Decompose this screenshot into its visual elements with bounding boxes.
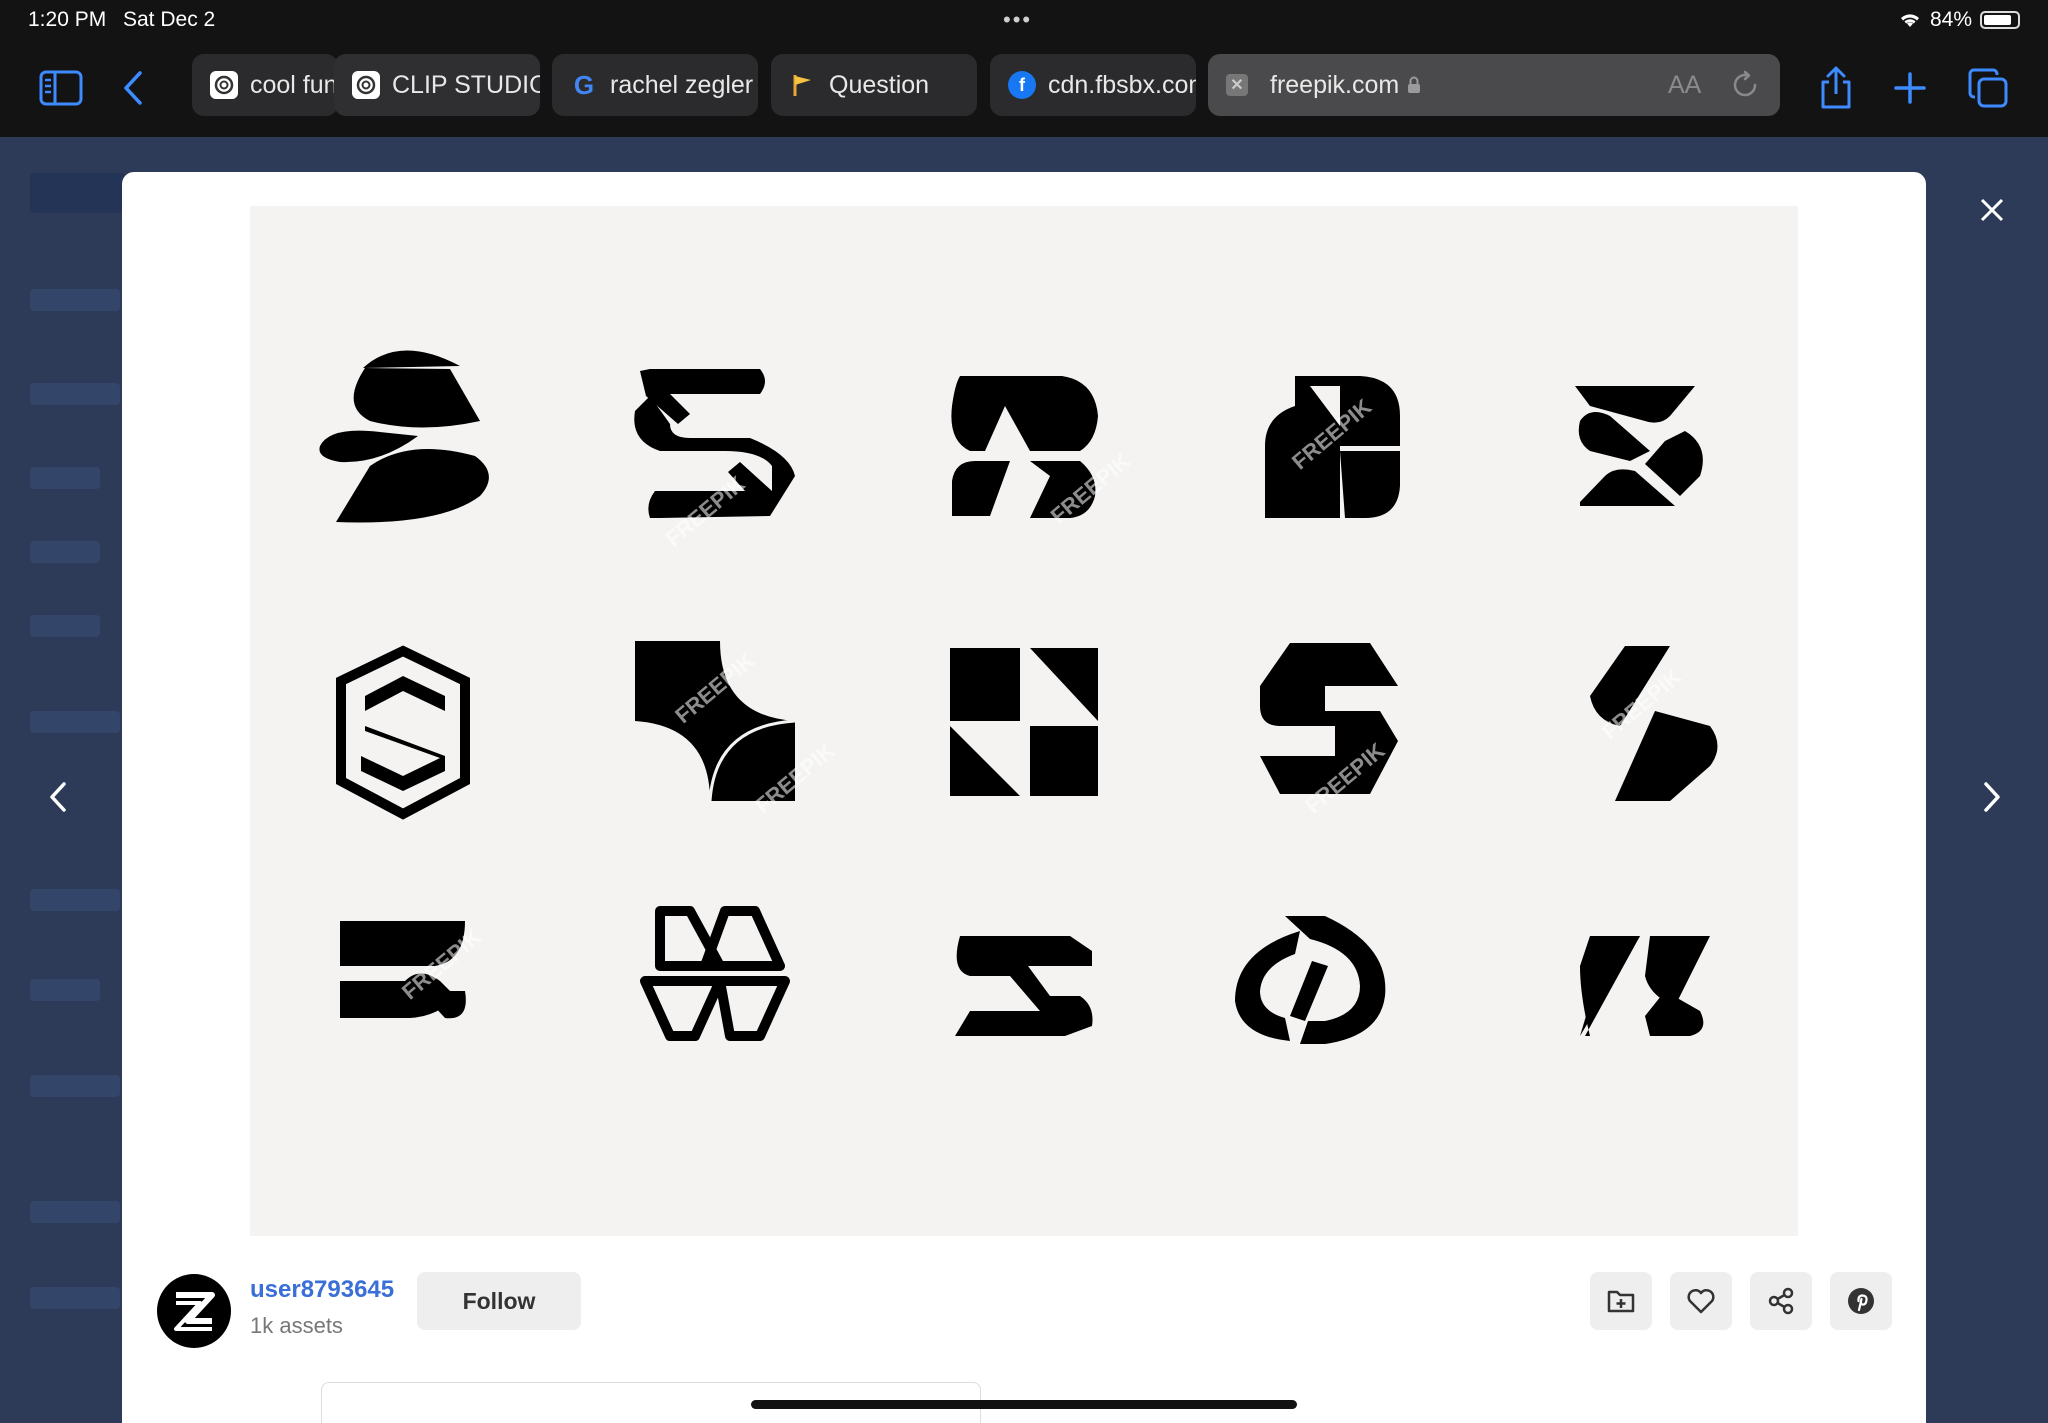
tab-cool-fun[interactable]: cool fun <box>192 54 338 116</box>
heart-icon <box>1687 1288 1715 1314</box>
text-size-button[interactable]: AA <box>1668 71 1701 100</box>
add-to-collection-button[interactable] <box>1590 1272 1652 1330</box>
battery-fill <box>1984 15 2011 25</box>
share-button[interactable] <box>1750 1272 1812 1330</box>
logo-s-diagonal-icon <box>1580 936 1710 1036</box>
share-icon[interactable] <box>1816 64 1856 112</box>
url-text: freepik.com <box>1270 70 1400 99</box>
tab-rachel-zegler[interactable]: G rachel zegler <box>552 54 758 116</box>
background-row <box>30 889 120 911</box>
preview-image: FREEPIK FREEPIK FREEPIK FREEPIK FREEPIK … <box>250 206 1798 1236</box>
background-row <box>30 979 100 1001</box>
reload-icon[interactable] <box>1730 70 1760 100</box>
background-row <box>30 541 100 563</box>
logo-s-steps-icon <box>955 936 1093 1036</box>
background-row <box>30 289 120 311</box>
battery-icon <box>1980 11 2020 29</box>
status-date: Sat Dec 2 <box>123 8 216 31</box>
sidebar-toggle-icon[interactable] <box>38 68 84 108</box>
close-tab-icon[interactable]: ✕ <box>1226 74 1248 96</box>
follow-button[interactable]: Follow <box>417 1272 581 1330</box>
status-time: 1:20 PM <box>28 8 107 31</box>
browser-toolbar: cool fun CLIP STUDIO G rachel zegler Que… <box>0 44 2048 137</box>
close-icon[interactable] <box>1972 190 2012 230</box>
clip-studio-icon <box>210 71 238 99</box>
battery-percent: 84% <box>1929 8 1972 31</box>
logo-collection: FREEPIK FREEPIK FREEPIK FREEPIK FREEPIK … <box>319 350 1718 1044</box>
lock-icon <box>1408 76 1421 93</box>
pinterest-button[interactable] <box>1830 1272 1892 1330</box>
avatar[interactable] <box>157 1274 231 1348</box>
background-row <box>30 615 100 637</box>
logo-s-quarter-circles-icon <box>635 641 796 802</box>
background-logo <box>30 173 125 213</box>
home-indicator[interactable] <box>751 1400 1297 1409</box>
background-row <box>30 383 120 405</box>
tab-label: Question <box>829 70 930 99</box>
tab-label: cdn.fbsbx.com <box>1048 70 1196 99</box>
next-arrow-icon[interactable] <box>1972 775 2012 819</box>
logo-s-angular-icon <box>1260 643 1398 794</box>
logo-s-shield-icon <box>336 645 470 820</box>
tab-label: cool fun <box>250 70 338 99</box>
background-row <box>30 711 120 733</box>
author-logo-icon <box>174 1292 215 1331</box>
tab-cdn-fbsbx[interactable]: f cdn.fbsbx.com <box>990 54 1196 116</box>
tab-question[interactable]: Question <box>771 54 977 116</box>
author-username[interactable]: user8793645 <box>250 1276 394 1304</box>
background-row <box>30 1287 120 1309</box>
background-row <box>30 1075 120 1097</box>
share-nodes-icon <box>1768 1287 1794 1315</box>
wifi-icon <box>1900 14 1919 27</box>
status-bar: 1:20 PM Sat Dec 2 ••• 84% <box>0 0 2048 44</box>
folder-plus-icon <box>1607 1290 1635 1313</box>
logo-s-outline-triangles-icon <box>640 906 790 1041</box>
logo-s-loop-icon <box>1235 916 1386 1044</box>
tab-clip-studio[interactable]: CLIP STUDIO <box>334 54 540 116</box>
logo-s-blocks-icon <box>950 648 1098 796</box>
background-row <box>30 467 100 489</box>
logo-s-ribbon-icon <box>319 350 489 523</box>
back-icon[interactable] <box>118 68 148 108</box>
logo-s-hourglass-icon <box>1575 386 1703 506</box>
google-icon: G <box>573 69 595 100</box>
pinterest-icon <box>1848 1288 1874 1314</box>
author-assets-count: 1k assets <box>250 1313 343 1338</box>
clip-studio-icon <box>352 71 380 99</box>
image-preview-modal: FREEPIK FREEPIK FREEPIK FREEPIK FREEPIK … <box>122 172 1926 1423</box>
status-right: 84% <box>1898 8 2020 32</box>
address-bar[interactable]: ✕ freepik.com AA <box>1208 54 1780 116</box>
tab-label: CLIP STUDIO <box>392 70 540 99</box>
new-tab-icon[interactable] <box>1890 68 1930 108</box>
background-row <box>30 1201 120 1223</box>
facebook-icon: f <box>1008 71 1036 99</box>
tabs-overview-icon[interactable] <box>1966 66 2010 110</box>
multitask-dots-icon[interactable]: ••• <box>1003 7 1032 33</box>
tab-label: rachel zegler <box>610 70 754 99</box>
flag-icon <box>789 71 817 99</box>
like-button[interactable] <box>1670 1272 1732 1330</box>
previous-arrow-icon[interactable] <box>38 775 78 819</box>
